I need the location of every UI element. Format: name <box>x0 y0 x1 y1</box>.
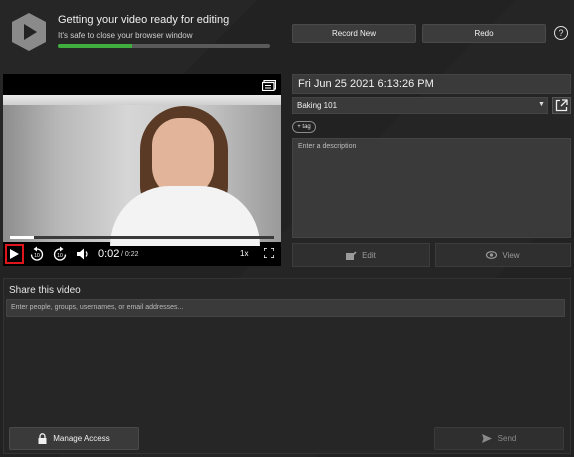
help-icon[interactable]: ? <box>554 26 568 40</box>
manage-access-button[interactable]: Manage Access <box>9 427 139 450</box>
status-subtitle: It's safe to close your browser window <box>58 31 193 40</box>
lock-icon <box>38 433 47 444</box>
fullscreen-icon[interactable] <box>264 248 274 258</box>
seek-progress <box>10 236 34 239</box>
send-icon <box>481 434 492 443</box>
record-new-button[interactable]: Record New <box>292 24 416 43</box>
description-field[interactable]: Enter a description <box>292 138 571 238</box>
status-title: Getting your video ready for editing <box>58 14 230 26</box>
progress-fill <box>58 44 133 48</box>
current-time: 0:02 <box>98 248 120 260</box>
video-screen-toolbar <box>3 95 281 105</box>
edit-icon <box>346 250 357 260</box>
share-title: Share this video <box>9 285 81 296</box>
total-time: / 0:22 <box>121 251 139 258</box>
view-button[interactable]: View <box>435 243 571 267</box>
playback-speed-button[interactable]: 1x <box>240 249 248 258</box>
panopto-logo <box>12 13 46 51</box>
processing-progress-bar <box>58 44 270 48</box>
external-link-icon <box>555 99 568 112</box>
redo-button[interactable]: Redo <box>422 24 546 43</box>
send-button[interactable]: Send <box>434 427 564 450</box>
captions-icon[interactable] <box>262 80 276 91</box>
eye-icon <box>486 251 498 259</box>
edit-button[interactable]: Edit <box>292 243 430 267</box>
svg-text:10: 10 <box>57 253 63 259</box>
chevron-down-icon: ▼ <box>538 101 545 108</box>
send-label: Send <box>497 434 517 443</box>
add-tag-button[interactable]: + tag <box>292 121 316 133</box>
open-folder-button[interactable] <box>552 97 571 114</box>
volume-icon[interactable] <box>77 247 90 261</box>
play-icon <box>10 249 19 259</box>
view-label: View <box>502 250 520 260</box>
forward-10-icon[interactable]: 10 <box>53 246 67 262</box>
share-recipients-input[interactable]: Enter people, groups, usernames, or emai… <box>6 299 565 317</box>
seek-bar[interactable] <box>10 236 274 239</box>
folder-select[interactable]: Baking 101 <box>292 97 548 114</box>
session-name-field[interactable]: Fri Jun 25 2021 6:13:26 PM <box>292 74 571 94</box>
manage-access-label: Manage Access <box>53 434 110 443</box>
svg-text:10: 10 <box>34 253 40 259</box>
play-button[interactable] <box>5 244 24 264</box>
edit-label: Edit <box>362 250 376 260</box>
rewind-10-icon[interactable]: 10 <box>30 246 44 262</box>
